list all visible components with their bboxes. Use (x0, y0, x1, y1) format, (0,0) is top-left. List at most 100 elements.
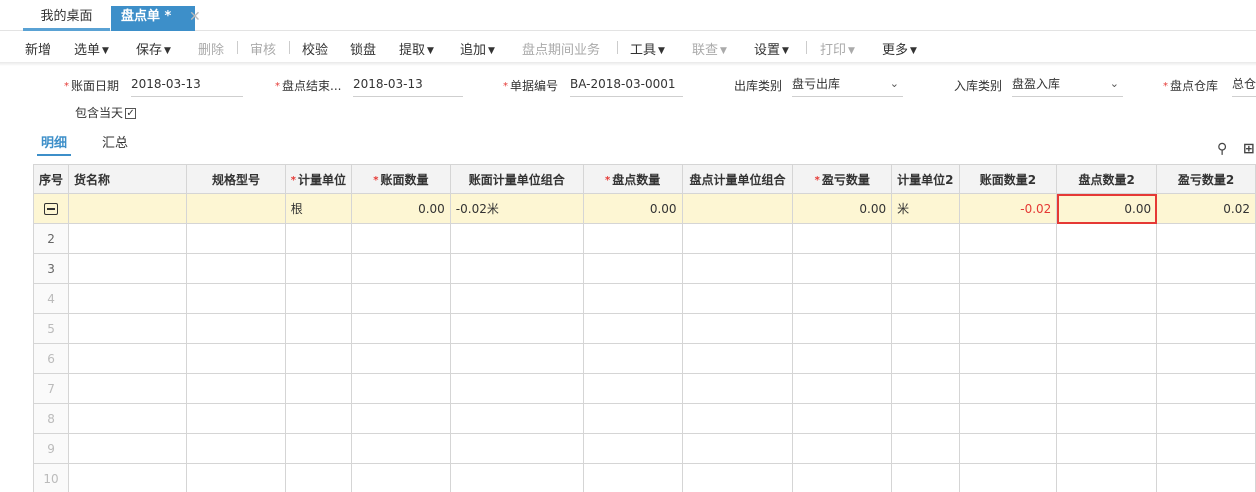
cell-name[interactable] (68, 403, 188, 434)
cell-book-qty2[interactable] (958, 343, 1058, 374)
cell-unit[interactable] (284, 373, 353, 404)
cell-book-qty[interactable] (351, 283, 451, 314)
cell-spec[interactable] (186, 223, 286, 254)
cell-name[interactable] (68, 313, 188, 344)
cell-diff-qty[interactable] (792, 283, 893, 314)
cell-unit2[interactable] (891, 373, 960, 404)
cell-book-qty[interactable] (351, 253, 451, 284)
append-menu[interactable]: 追加 ▼ (460, 39, 495, 58)
account-date-field[interactable]: 2018-03-13 (131, 73, 243, 97)
cell-book-qty[interactable]: 0.00 (351, 193, 451, 224)
cell-diff-qty[interactable] (792, 223, 893, 254)
cell-book-qty[interactable] (351, 403, 451, 434)
cell-count-qty[interactable] (582, 313, 683, 344)
cell-book-qty2[interactable] (958, 373, 1058, 404)
cell-count-combo[interactable] (681, 403, 794, 434)
cell-count-qty[interactable] (582, 343, 683, 374)
row-settings-cell[interactable] (32, 193, 70, 224)
cell-diff-qty2[interactable] (1156, 313, 1256, 344)
cell-count-combo[interactable] (681, 463, 794, 492)
cell-name[interactable] (68, 193, 188, 224)
cell-count-qty[interactable] (582, 253, 683, 284)
cell-diff-qty2[interactable] (1156, 223, 1256, 254)
cell-diff-qty[interactable] (792, 463, 893, 492)
save-menu[interactable]: 保存 ▼ (136, 39, 171, 58)
cell-name[interactable] (68, 223, 188, 254)
cell-unit2[interactable] (891, 253, 960, 284)
cell-count-qty2[interactable] (1056, 313, 1158, 344)
print-menu[interactable]: 打印 ▼ (820, 39, 855, 58)
cell-count-combo[interactable] (681, 343, 794, 374)
cell-book-combo[interactable] (449, 223, 584, 254)
cell-diff-qty2[interactable] (1156, 283, 1256, 314)
cell-diff-qty2[interactable] (1156, 373, 1256, 404)
table-row[interactable]: 4 (32, 283, 1256, 314)
cell-unit[interactable] (284, 223, 353, 254)
cell-spec[interactable] (186, 283, 286, 314)
fetch-menu[interactable]: 提取 ▼ (399, 39, 434, 58)
cell-book-combo[interactable]: -0.02米 (449, 193, 584, 224)
col-header-count-qty[interactable]: * 盘点数量 (582, 164, 683, 194)
cell-book-qty[interactable] (351, 463, 451, 492)
cell-count-combo[interactable] (681, 253, 794, 284)
cell-count-combo[interactable] (681, 373, 794, 404)
cell-count-qty[interactable]: 0.00 (582, 193, 683, 224)
close-icon[interactable]: ✕ (189, 6, 201, 28)
cell-spec[interactable] (186, 433, 286, 464)
cell-book-combo[interactable] (449, 463, 584, 492)
select-menu[interactable]: 选单 ▼ (74, 39, 109, 58)
cell-diff-qty2[interactable] (1156, 463, 1256, 492)
cell-spec[interactable] (186, 253, 286, 284)
verify-button[interactable]: 校验 (302, 39, 328, 58)
cell-book-qty2[interactable] (958, 463, 1058, 492)
out-type-select[interactable]: 盘亏出库 ⌄ (792, 73, 903, 97)
cell-unit2[interactable] (891, 463, 960, 492)
table-row[interactable]: 3 (32, 253, 1256, 284)
table-row[interactable]: 2 (32, 223, 1256, 254)
cell-unit2[interactable] (891, 433, 960, 464)
cell-spec[interactable] (186, 403, 286, 434)
table-row[interactable]: 6 (32, 343, 1256, 374)
cell-diff-qty2[interactable] (1156, 253, 1256, 284)
tab-my-desktop[interactable]: 我的桌面 (23, 6, 110, 31)
cell-book-qty[interactable] (351, 313, 451, 344)
table-row[interactable]: 7 (32, 373, 1256, 404)
cell-unit[interactable] (284, 403, 353, 434)
cell-name[interactable] (68, 253, 188, 284)
cell-count-qty[interactable] (582, 433, 683, 464)
cell-book-qty2[interactable]: -0.02 (958, 193, 1058, 224)
cell-unit[interactable] (284, 253, 353, 284)
cell-book-qty[interactable] (351, 373, 451, 404)
cell-book-qty2[interactable] (958, 403, 1058, 434)
tab-detail[interactable]: 明细 (37, 132, 72, 156)
delete-button[interactable]: 删除 (198, 39, 224, 58)
cell-name[interactable] (68, 343, 188, 374)
cell-unit[interactable] (284, 343, 353, 374)
cell-name[interactable] (68, 433, 188, 464)
add-column-icon[interactable]: ⊞ (1243, 141, 1255, 157)
cell-book-qty2[interactable] (958, 223, 1058, 254)
cell-name[interactable] (68, 283, 188, 314)
col-header-unit2[interactable]: 计量单位2 (891, 164, 960, 194)
link-query-menu[interactable]: 联查 ▼ (692, 39, 727, 58)
col-header-diff-qty[interactable]: * 盈亏数量 (792, 164, 893, 194)
settings-menu[interactable]: 设置 ▼ (754, 39, 789, 58)
cell-unit[interactable] (284, 283, 353, 314)
cell-count-qty2[interactable] (1056, 343, 1158, 374)
row-settings-icon[interactable] (44, 203, 58, 215)
cell-count-combo[interactable] (681, 313, 794, 344)
tab-inventory-count[interactable]: 盘点单 * ✕ (111, 6, 201, 31)
cell-unit[interactable] (284, 313, 353, 344)
cell-count-qty2[interactable] (1056, 463, 1158, 492)
cell-count-qty2[interactable] (1056, 283, 1158, 314)
cell-book-combo[interactable] (449, 283, 584, 314)
cell-count-qty[interactable] (582, 373, 683, 404)
cell-diff-qty[interactable] (792, 343, 893, 374)
cell-book-combo[interactable] (449, 343, 584, 374)
cell-book-qty[interactable] (351, 433, 451, 464)
cell-diff-qty2[interactable] (1156, 403, 1256, 434)
table-row[interactable]: 10 (32, 463, 1256, 492)
add-button[interactable]: 新增 (25, 39, 51, 58)
cell-diff-qty[interactable] (792, 313, 893, 344)
warehouse-field[interactable]: 总仓 (1232, 73, 1256, 97)
